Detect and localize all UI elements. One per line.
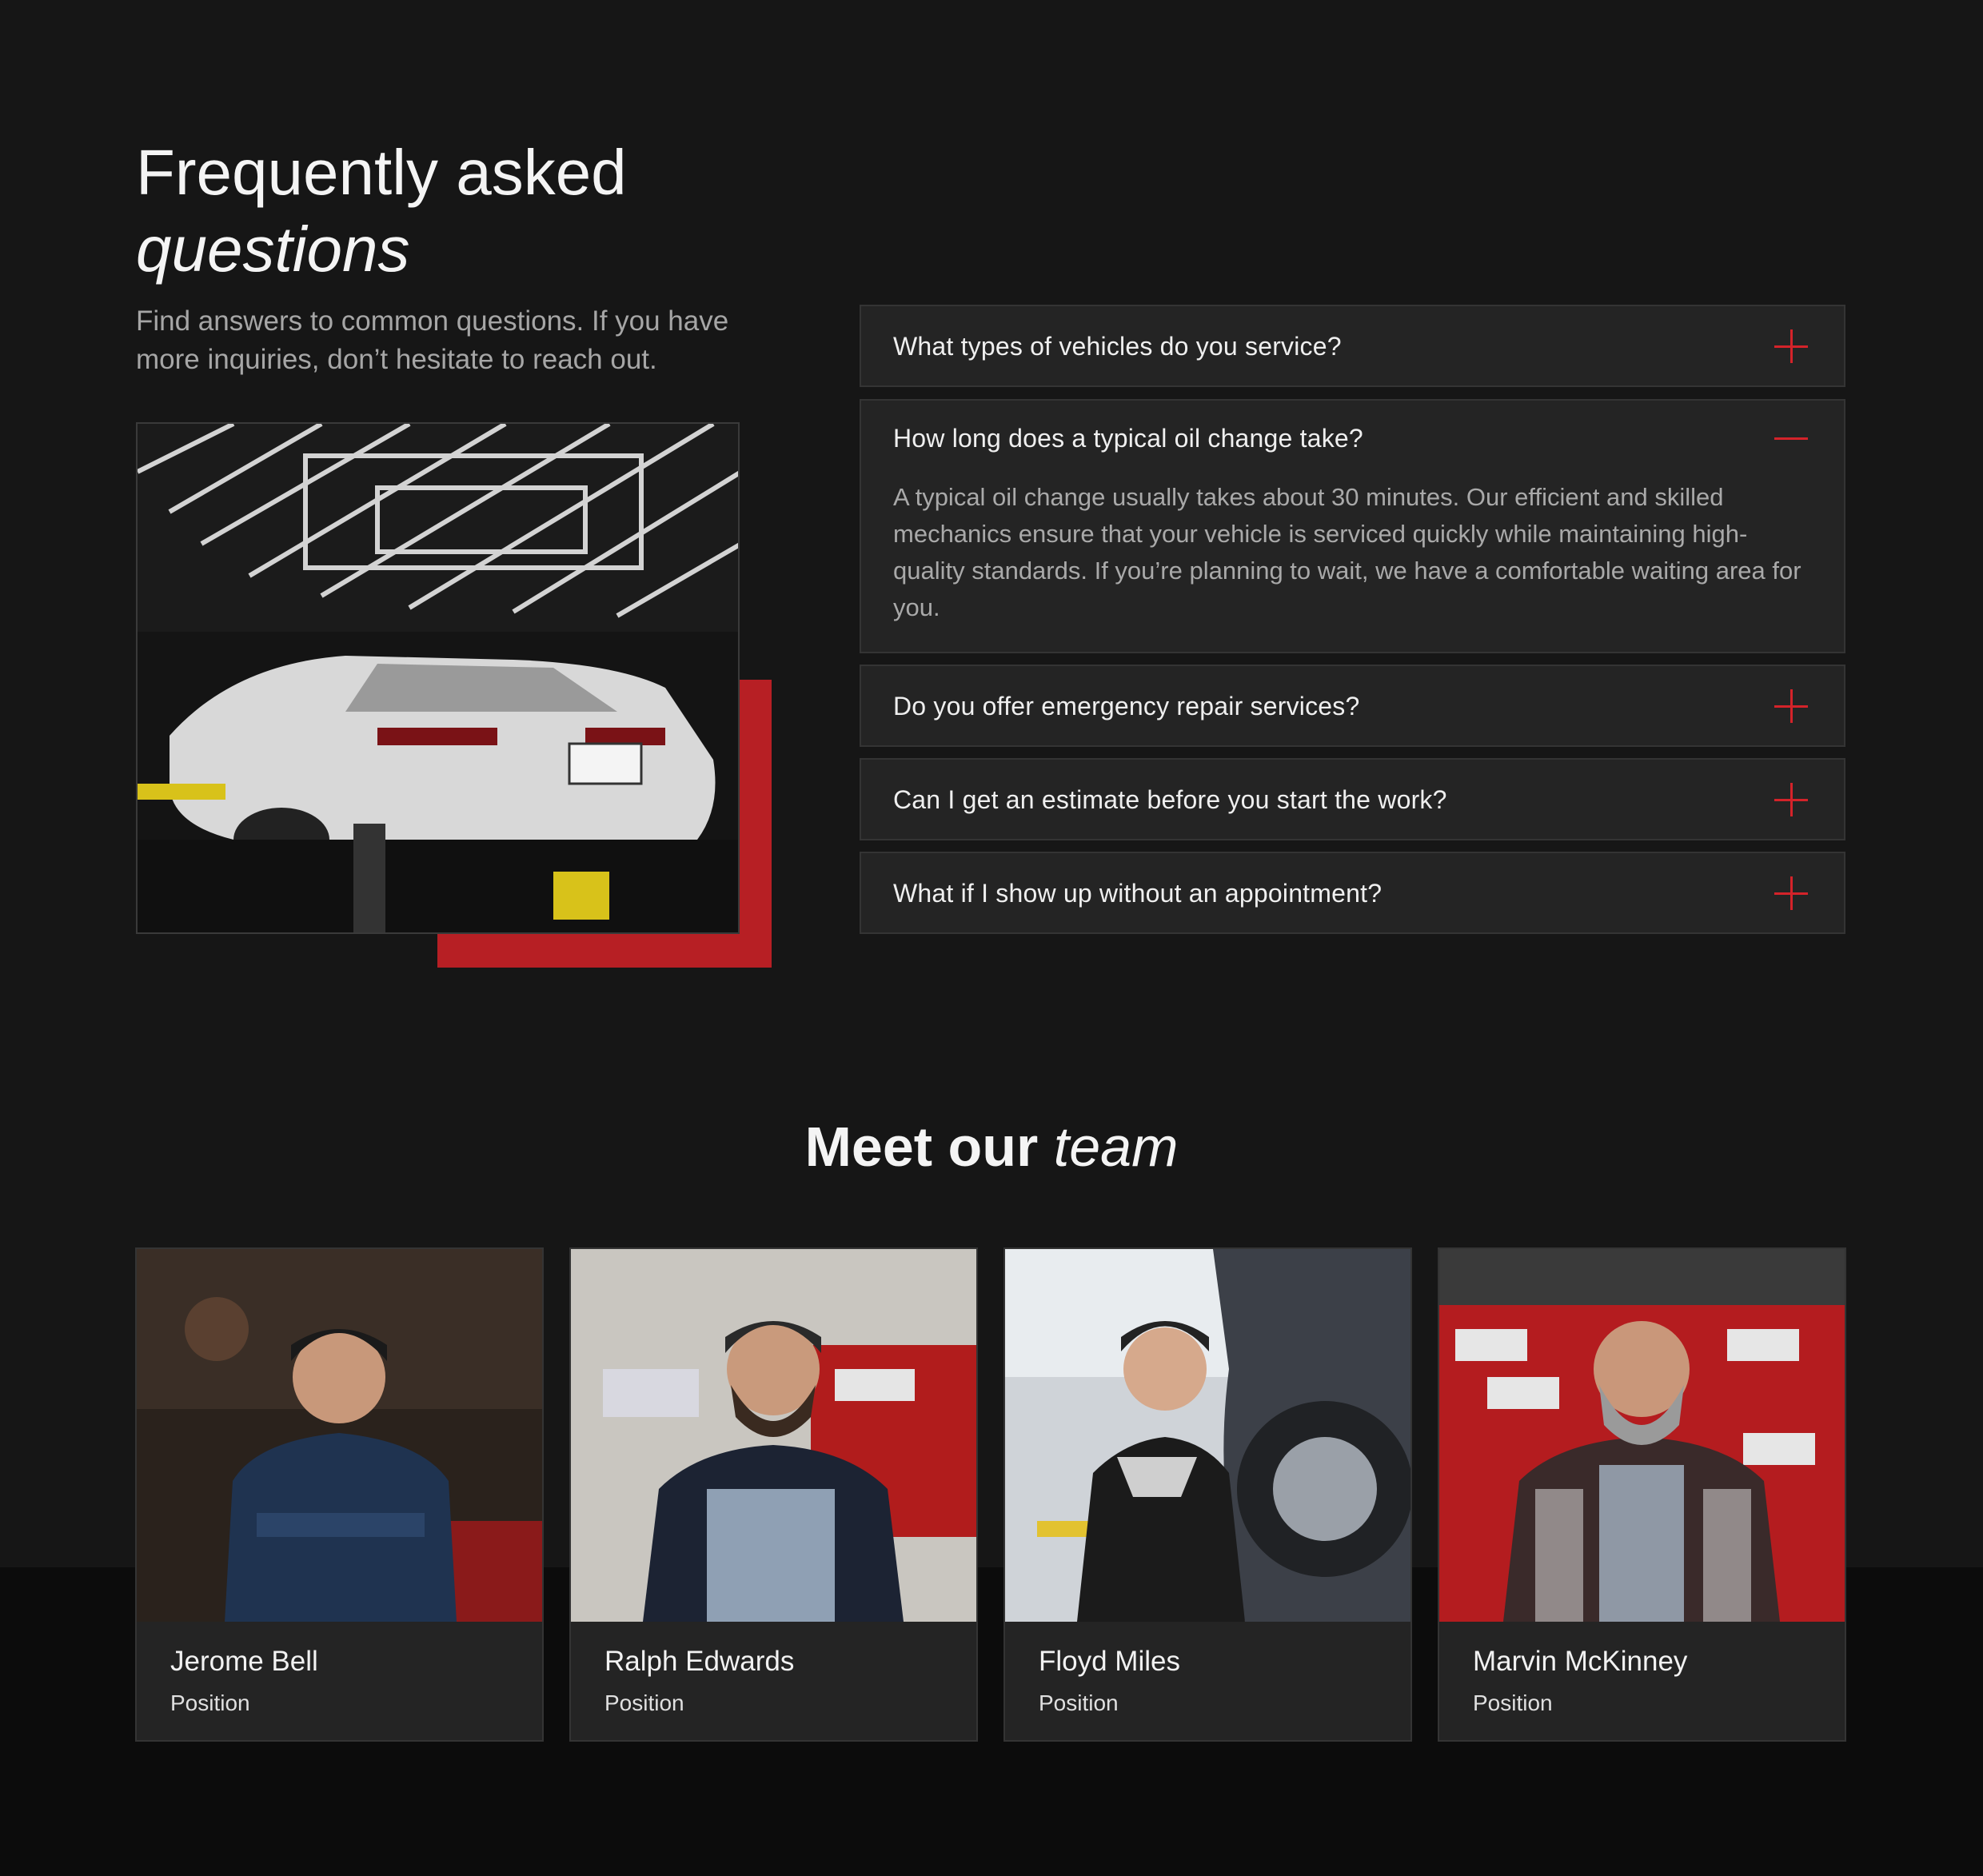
faq-title-line1: Frequently asked	[136, 137, 627, 208]
minus-icon[interactable]	[1774, 421, 1808, 455]
faq-question: Can I get an estimate before you start t…	[893, 785, 1447, 814]
plus-icon[interactable]	[1774, 689, 1808, 723]
team-member-photo	[1439, 1249, 1845, 1622]
team-title-italic: team	[1053, 1116, 1179, 1178]
team-card[interactable]: Marvin McKinney Position	[1438, 1247, 1846, 1742]
faq-answer: A typical oil change usually takes about…	[893, 483, 1801, 621]
faq-subtitle: Find answers to common questions. If you…	[136, 305, 729, 375]
garage-car-photo	[136, 422, 740, 934]
team-member-position: Position	[1039, 1690, 1119, 1715]
team-card[interactable]: Ralph Edwards Position	[569, 1247, 978, 1742]
team-card[interactable]: Jerome Bell Position	[135, 1247, 544, 1742]
plus-icon[interactable]	[1774, 783, 1808, 816]
team-member-name: Marvin McKinney	[1473, 1646, 1688, 1677]
faq-item-no-appointment[interactable]: What if I show up without an appointment…	[860, 852, 1845, 934]
team-member-position: Position	[1473, 1690, 1553, 1715]
faq-item-estimate[interactable]: Can I get an estimate before you start t…	[860, 758, 1845, 840]
team-card[interactable]: Floyd Miles Position	[1003, 1247, 1412, 1742]
team-member-name: Ralph Edwards	[604, 1646, 795, 1677]
team-title-bold: Meet our	[804, 1116, 1039, 1178]
team-member-photo	[1005, 1249, 1410, 1622]
team-member-name: Floyd Miles	[1039, 1646, 1180, 1677]
faq-item-vehicle-types[interactable]: What types of vehicles do you service?	[860, 305, 1845, 387]
plus-icon[interactable]	[1774, 329, 1808, 363]
faq-question: How long does a typical oil change take?	[893, 424, 1363, 453]
faq-question: What if I show up without an appointment…	[893, 879, 1383, 908]
faq-item-emergency-repair[interactable]: Do you offer emergency repair services?	[860, 665, 1845, 747]
team-title: Meet our team	[0, 1107, 1983, 1187]
garage-car-illustration	[138, 424, 738, 932]
team-member-photo	[571, 1249, 976, 1622]
faq-item-oil-change[interactable]: How long does a typical oil change take?…	[860, 399, 1845, 653]
team-member-position: Position	[604, 1690, 684, 1715]
team-member-name: Jerome Bell	[170, 1646, 318, 1677]
team-member-position: Position	[170, 1690, 250, 1715]
faq-title: Frequently asked questions	[136, 134, 627, 288]
faq-question: Do you offer emergency repair services?	[893, 692, 1360, 720]
faq-title-line2: questions	[136, 214, 410, 285]
team-member-photo	[137, 1249, 542, 1622]
plus-icon[interactable]	[1774, 876, 1808, 910]
faq-question: What types of vehicles do you service?	[893, 332, 1342, 361]
